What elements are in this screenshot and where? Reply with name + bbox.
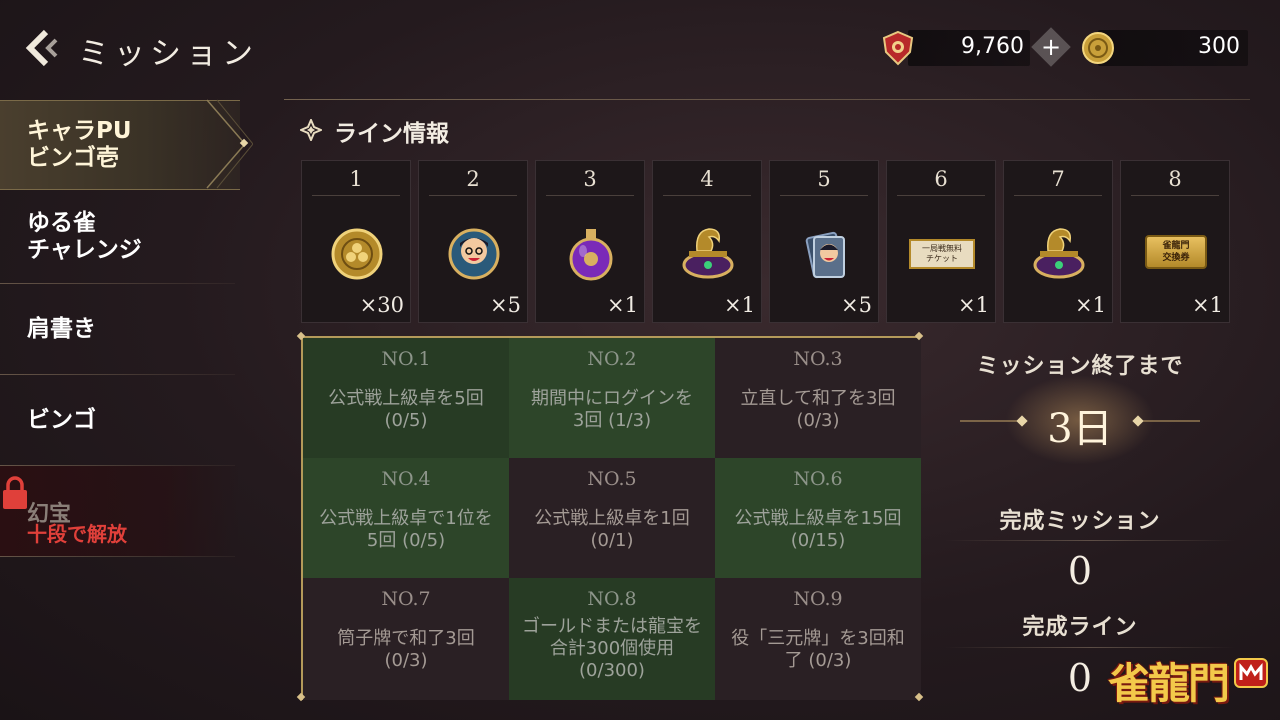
line-number: 7 (1051, 167, 1065, 191)
bingo-cell[interactable]: NO.2 期間中にログインを 3回 (1/3) (509, 338, 715, 458)
card-divider (1131, 195, 1219, 196)
back-button[interactable] (22, 26, 66, 70)
bingo-cell[interactable]: NO.6 公式戦上級卓を15回 (0/15) (715, 458, 921, 578)
reward-quantity: ×5 (490, 293, 521, 317)
card-divider (546, 195, 634, 196)
reward-quantity: ×1 (1075, 293, 1106, 317)
mission-text: 公式戦上級卓を15回 (0/15) (734, 508, 902, 551)
reward-quantity: ×30 (359, 293, 404, 317)
line-reward-card[interactable]: 3 ×1 (535, 160, 645, 323)
completed-missions-count: 0 (1067, 549, 1093, 593)
reward-quantity: ×1 (724, 293, 755, 317)
red-gem-shield-icon (882, 30, 914, 66)
bingo-cell[interactable]: NO.3 立直して和了を3回 (0/3) (715, 338, 921, 458)
character-card-icon (805, 231, 845, 279)
line-number: 2 (466, 167, 480, 191)
active-chevron-decoration (206, 99, 253, 189)
mission-number: NO.9 (793, 588, 843, 610)
reward-quantity: ×5 (841, 293, 872, 317)
bingo-cell[interactable]: NO.7 筒子牌で和了3回 (0/3) (303, 578, 509, 700)
mission-text: 公式戦上級卓で1位を 5回 (0/5) (319, 508, 493, 551)
header-divider (284, 99, 1250, 100)
coin-balance: 300 (1198, 34, 1240, 59)
card-divider (1014, 195, 1102, 196)
mission-number: NO.7 (381, 588, 431, 610)
bingo-board: NO.1 公式戦上級卓を5回 (0/5) NO.2 期間中にログインを 3回 (… (301, 336, 921, 700)
line-reward-card[interactable]: 4 ×1 (652, 160, 762, 323)
line-number: 3 (583, 167, 597, 191)
mission-number: NO.1 (381, 348, 431, 370)
panel-divider (945, 540, 1235, 541)
mission-number: NO.2 (587, 348, 637, 370)
line-reward-card[interactable]: 6 一局戦無料 チケット ×1 (886, 160, 996, 323)
line-reward-card[interactable]: 1 ×30 (301, 160, 411, 323)
reward-quantity: ×1 (607, 293, 638, 317)
plus-icon: + (1040, 32, 1062, 61)
line-number: 4 (700, 167, 714, 191)
card-divider (780, 195, 868, 196)
sidebar-item-label: キャラPU ビンゴ壱 (27, 118, 132, 171)
bingo-cell[interactable]: NO.1 公式戦上級卓を5回 (0/5) (303, 338, 509, 458)
line-reward-card[interactable]: 7 ×1 (1003, 160, 1113, 323)
sidebar-item-chara-pu-bingo[interactable]: キャラPU ビンゴ壱 (0, 100, 240, 190)
mission-number: NO.8 (587, 588, 637, 610)
mission-number: NO.4 (381, 468, 431, 490)
line-reward-card[interactable]: 2 ×5 (418, 160, 528, 323)
line-number: 1 (349, 167, 363, 191)
completed-missions-label: 完成ミッション (999, 509, 1161, 534)
sidebar-item-label: 肩書き (27, 315, 96, 342)
mission-number: NO.6 (793, 468, 843, 490)
back-arrow-icon (25, 29, 58, 67)
reward-quantity: ×1 (958, 293, 989, 317)
section-title: ライン情報 (334, 121, 449, 147)
mission-text: 立直して和了を3回 (0/3) (740, 388, 896, 431)
card-divider (663, 195, 751, 196)
days-remaining: 3日 (1047, 406, 1113, 452)
completed-lines-label: 完成ライン (1022, 615, 1138, 640)
line-reward-card[interactable]: 5 ×5 (769, 160, 879, 323)
card-divider (429, 195, 517, 196)
logo-badge-icon (1234, 658, 1268, 688)
bingo-cell[interactable]: NO.8 ゴールドまたは龍宝を 合計300個使用 (0/300) (509, 578, 715, 700)
mission-text: 公式戦上級卓を1回 (0/1) (534, 508, 690, 551)
bingo-cell[interactable]: NO.4 公式戦上級卓で1位を 5回 (0/5) (303, 458, 509, 578)
sidebar-item-label: ゆる雀 チャレンジ (27, 210, 142, 263)
card-divider (312, 195, 400, 196)
bingo-cell[interactable]: NO.5 公式戦上級卓を1回 (0/1) (509, 458, 715, 578)
reward-quantity: ×1 (1192, 293, 1223, 317)
line-reward-card[interactable]: 8 雀龍門 交換券 ×1 (1120, 160, 1230, 323)
mission-text: ゴールドまたは龍宝を 合計300個使用 (0/300) (522, 616, 702, 681)
card-divider (897, 195, 985, 196)
purple-potion-icon (569, 229, 613, 281)
sidebar-divider (0, 556, 235, 557)
page-title: ミッション (78, 36, 258, 72)
sidebar-item-yuru-jan-challenge[interactable]: ゆる雀 チャレンジ (0, 192, 240, 282)
mission-text: 公式戦上級卓を5回 (0/5) (328, 388, 484, 431)
mission-text: 役「三元牌」を3回和 了 (0/3) (731, 628, 905, 671)
sidebar-item-label: ビンゴ (27, 406, 96, 433)
lock-icon (3, 476, 27, 509)
mission-text: 期間中にログインを 3回 (1/3) (531, 388, 693, 431)
sparkle-icon (300, 119, 322, 141)
character-medal-icon (448, 228, 500, 280)
mission-number: NO.3 (793, 348, 843, 370)
game-logo: 雀龍門 (1108, 648, 1273, 712)
mission-text: 筒子牌で和了3回 (0/3) (337, 628, 475, 671)
line-number: 6 (934, 167, 948, 191)
sidebar-item-titles[interactable]: 肩書き (0, 284, 240, 374)
mission-number: NO.5 (587, 468, 637, 490)
gold-coin-icon (331, 228, 383, 280)
free-match-ticket-icon: 一局戦無料 チケット (907, 221, 977, 287)
sidebar-item-bingo[interactable]: ビンゴ (0, 375, 240, 465)
line-number: 8 (1168, 167, 1182, 191)
gold-coin-icon (1082, 32, 1114, 64)
gem-balance: 9,760 (961, 34, 1024, 59)
dragon-treasure-icon (1033, 228, 1085, 279)
exchange-voucher-icon: 雀龍門 交換券 (1143, 221, 1209, 287)
dragon-treasure-icon (682, 228, 734, 279)
unlock-requirement: 十段で解放 (27, 522, 127, 546)
bingo-cell[interactable]: NO.9 役「三元牌」を3回和 了 (0/3) (715, 578, 921, 700)
line-number: 5 (817, 167, 831, 191)
add-gems-button[interactable]: + (1031, 27, 1071, 67)
